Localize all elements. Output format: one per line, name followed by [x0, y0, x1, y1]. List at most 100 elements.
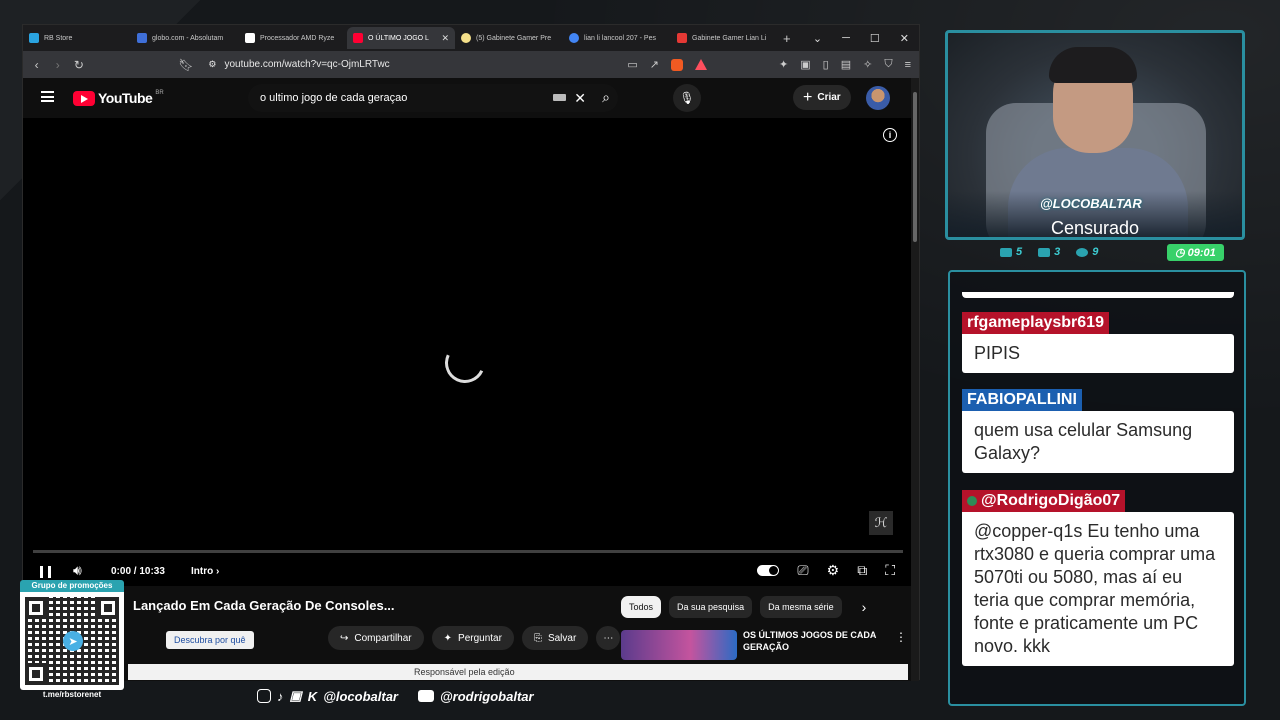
save-button[interactable]: ⎘ Salvar — [521, 626, 589, 650]
more-options-icon[interactable]: ⋮ — [895, 630, 907, 660]
chat-username: rfgameplaysbr619 — [962, 312, 1109, 334]
clock-icon: ◷ — [1175, 247, 1185, 259]
ask-button[interactable]: ✦ Perguntar — [431, 626, 514, 650]
wallet-icon[interactable]: ▤ — [841, 58, 851, 71]
progress-bar[interactable] — [33, 550, 903, 553]
leo-ai-icon[interactable]: ✧ — [863, 58, 872, 71]
youtube-logo[interactable]: YouTube BR — [73, 90, 164, 106]
vpn-icon[interactable]: ⛉ — [884, 58, 892, 71]
close-window-icon[interactable]: ✕ — [900, 32, 909, 45]
brave-rewards-icon[interactable] — [695, 59, 708, 70]
chip-all[interactable]: Todos — [621, 596, 662, 618]
tab-globo[interactable]: globo.com - Absolutam — [131, 27, 239, 49]
chat-message: rfgameplaysbr619 PIPIS — [962, 312, 1234, 373]
tab-gabinete[interactable]: (5) Gabinete Gamer Pre — [455, 27, 563, 49]
qr-pattern: ➤ — [25, 597, 119, 685]
qr-code: ➤ — [20, 592, 124, 690]
kick-icon: K — [307, 688, 318, 704]
volume-icon[interactable]: 🔊︎ — [73, 562, 82, 579]
minimize-icon[interactable]: ─ — [842, 32, 850, 45]
twitch-icon: ▣ — [289, 688, 302, 703]
screenshot-icon[interactable]: ▣ — [800, 58, 810, 71]
chat-username-wrap: @RodrigoDigão07 — [962, 490, 1126, 512]
viewer-count: 9 — [1076, 246, 1098, 258]
address-bar: ‹ › ↻ 🔖︎ ⚙ youtube.com/watch?v=qc-OjmLRT… — [23, 51, 919, 78]
tab-google-search[interactable]: lian li lancool 207 - Pes — [563, 27, 671, 49]
logo-text: YouTube — [98, 90, 153, 106]
url-field[interactable]: ⚙ youtube.com/watch?v=qc-OjmLRTwc — [202, 55, 617, 75]
streamer-handle: @LOCOBALTAR — [1040, 196, 1142, 211]
new-tab-icon[interactable]: + — [783, 31, 791, 46]
chapter-button[interactable]: Intro › — [191, 566, 219, 577]
chip-same-series[interactable]: Da mesma série — [760, 596, 842, 618]
viewers-icon — [1076, 247, 1089, 257]
account-avatar[interactable] — [866, 86, 890, 110]
video-thumbnail[interactable] — [621, 630, 737, 660]
tab-rb-store[interactable]: RB Store — [23, 27, 131, 49]
brave-shields-icon[interactable] — [671, 58, 684, 71]
instagram-icon — [257, 689, 271, 703]
recommended-video[interactable]: OS ÚLTIMOS JOGOS DE CADA GERAÇÃO ⋮ — [621, 630, 907, 660]
search-input[interactable]: o ultimo jogo de cada geraçao ✕ ⌕ — [248, 84, 618, 112]
chevron-right-icon[interactable]: › — [862, 599, 867, 615]
hamburger-menu-icon[interactable] — [41, 91, 54, 102]
miniplayer-icon[interactable]: ⧉ — [857, 562, 867, 579]
youtube-play-icon — [73, 90, 95, 106]
page-scrollbar[interactable] — [911, 78, 919, 681]
tab-gabinete-lian-li[interactable]: Gabinete Gamer Lian Li — [671, 27, 779, 49]
video-player[interactable]: i ℋ 🔊︎ 0:00 / 10:33 Intro › ⎚ ⚙ ⧉ ⛶ — [23, 118, 913, 586]
create-label: Criar — [817, 92, 841, 103]
qr-finder — [25, 663, 47, 685]
chat-username: FABIOPALLINI — [962, 389, 1082, 411]
youtube-icon — [1038, 247, 1051, 257]
youtube-icon — [353, 33, 363, 43]
tab-search-icon[interactable]: ⌄ — [813, 32, 822, 45]
extensions-icon[interactable]: ✦ — [779, 58, 788, 71]
qr-finder — [25, 597, 47, 619]
search-icon[interactable]: ⌕ — [602, 89, 610, 106]
menu-icon[interactable]: ≡ — [905, 59, 911, 71]
maximize-icon[interactable]: ☐ — [870, 32, 880, 45]
cast-icon[interactable]: ▭ — [627, 58, 637, 71]
scrollbar-thumb[interactable] — [913, 92, 917, 242]
bookmark-icon[interactable]: 🔖︎ — [178, 58, 193, 72]
settings-icon[interactable]: ⚙ — [827, 562, 840, 579]
player-right-controls: ⎚ ⚙ ⧉ ⛶ — [757, 562, 895, 579]
create-button[interactable]: + Criar — [793, 85, 851, 110]
share-button[interactable]: ↪ Compartilhar — [328, 626, 424, 650]
more-actions-button[interactable]: ⋯ — [596, 626, 621, 650]
tab-label: globo.com - Absolutam — [152, 34, 224, 42]
keyboard-icon[interactable] — [553, 94, 566, 101]
chip-from-search[interactable]: Da sua pesquisa — [669, 596, 753, 618]
close-tab-icon[interactable]: ✕ — [441, 33, 449, 44]
share-icon[interactable]: ↗ — [650, 58, 659, 71]
site-info-icon[interactable]: ⚙ — [208, 59, 216, 70]
autoplay-toggle[interactable] — [757, 565, 780, 576]
tab-amazon[interactable]: Processador AMD Ryze — [239, 27, 347, 49]
plus-icon: + — [803, 88, 813, 106]
url-text: youtube.com/watch?v=qc-OjmLRTwc — [224, 59, 390, 70]
player-controls: 🔊︎ 0:00 / 10:33 Intro › ⎚ ⚙ ⧉ ⛶ — [23, 558, 913, 586]
forward-icon[interactable]: › — [52, 58, 63, 72]
clear-search-icon[interactable]: ✕ — [574, 90, 586, 107]
amazon-icon — [245, 33, 255, 43]
subtitles-icon[interactable]: ⎚ — [797, 562, 808, 579]
tab-youtube[interactable]: O ÚLTIMO JOGO L ✕ — [347, 27, 455, 49]
action-row: ↪ Compartilhar ✦ Perguntar ⎘ Salvar ⋯ — [328, 626, 621, 650]
tiktok-icon: ♪ — [277, 688, 284, 704]
stream-status: Censurado — [1050, 218, 1140, 238]
channel-watermark-icon[interactable]: ℋ — [869, 511, 893, 535]
reload-icon[interactable]: ↻ — [73, 58, 84, 72]
back-icon[interactable]: ‹ — [31, 58, 42, 72]
marketplace-icon — [461, 33, 471, 43]
pause-icon[interactable] — [40, 566, 51, 578]
youtube-icon — [418, 690, 434, 702]
fullscreen-icon[interactable]: ⛶ — [885, 562, 895, 579]
loading-spinner-icon — [439, 337, 491, 389]
bookmark-icon: ⎘ — [533, 632, 542, 644]
info-icon[interactable]: i — [883, 128, 897, 142]
voice-search-icon[interactable]: 🎙︎ — [673, 84, 701, 112]
youtube-count: 3 — [1038, 246, 1060, 258]
recommended-title[interactable]: OS ÚLTIMOS JOGOS DE CADA GERAÇÃO — [743, 630, 883, 660]
sidebar-icon[interactable]: ▯ — [823, 58, 829, 71]
